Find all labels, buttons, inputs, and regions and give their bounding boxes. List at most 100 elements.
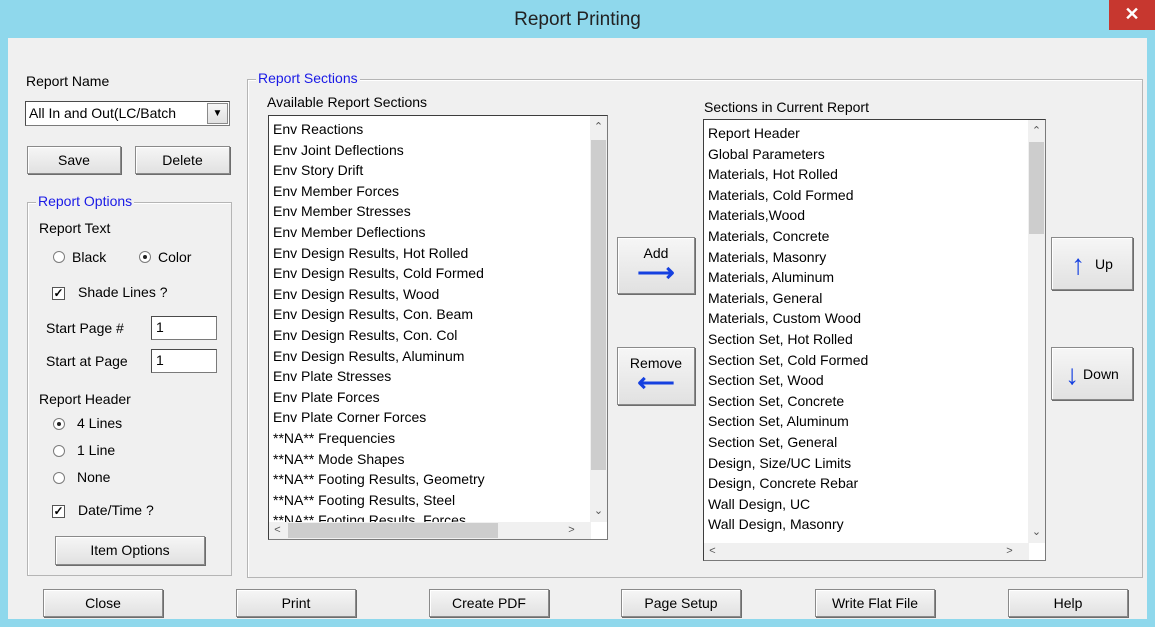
report-sections-legend: Report Sections (256, 70, 360, 86)
down-button[interactable]: ↓ Down (1051, 347, 1133, 400)
scroll-down-icon[interactable]: ⌄ (590, 503, 607, 520)
list-item[interactable]: Env Plate Stresses (273, 366, 485, 387)
create-pdf-button[interactable]: Create PDF (429, 589, 549, 617)
list-item[interactable]: Section Set, Cold Formed (708, 350, 868, 371)
four-lines-label: 4 Lines (77, 415, 123, 431)
start-page-num-input[interactable]: 1 (151, 316, 217, 340)
none-radio[interactable] (53, 472, 65, 484)
list-item[interactable]: Design, Concrete Rebar (708, 473, 868, 494)
list-item[interactable]: Wall Design, UC (708, 494, 868, 515)
list-item[interactable]: **NA** Mode Shapes (273, 449, 485, 470)
four-lines-radio[interactable] (53, 418, 65, 430)
current-vscrollbar[interactable]: ⌃ ⌄ (1028, 120, 1045, 543)
list-item[interactable]: Materials, Cold Formed (708, 185, 868, 206)
one-line-radio[interactable] (53, 445, 65, 457)
current-sections-list[interactable]: Report Header Global Parameters Materials,… (703, 119, 1046, 561)
list-item[interactable]: Env Design Results, Cold Formed (273, 263, 485, 284)
scroll-left-icon[interactable]: < (704, 543, 721, 560)
list-item[interactable]: Section Set, Concrete (708, 391, 868, 412)
scroll-right-icon[interactable]: > (563, 522, 580, 539)
close-icon[interactable]: ✕ (1109, 0, 1155, 30)
shade-lines-label: Shade Lines ? (78, 284, 168, 300)
available-sections-items: Env Reactions Env Joint Deflections Env St… (273, 119, 485, 531)
window-frame-bottom (0, 619, 1155, 627)
item-options-button[interactable]: Item Options (55, 536, 205, 565)
remove-button[interactable]: Remove ⟵ (617, 347, 695, 405)
scroll-left-icon[interactable]: < (269, 522, 286, 539)
list-item[interactable]: Env Member Forces (273, 181, 485, 202)
list-item[interactable]: Section Set, Aluminum (708, 411, 868, 432)
color-radio[interactable] (139, 251, 151, 263)
list-item[interactable]: **NA** Frequencies (273, 428, 485, 449)
list-item[interactable]: Env Member Stresses (273, 201, 485, 222)
print-button[interactable]: Print (236, 589, 356, 617)
up-button[interactable]: ↑ Up (1051, 237, 1133, 290)
list-item[interactable]: Env Design Results, Con. Col (273, 325, 485, 346)
down-button-label: Down (1083, 365, 1119, 382)
list-item[interactable]: Section Set, Hot Rolled (708, 329, 868, 350)
available-vscroll-thumb[interactable] (591, 140, 606, 470)
shade-lines-checkbox[interactable]: ✓ (52, 287, 65, 300)
current-sections-label: Sections in Current Report (704, 99, 869, 115)
report-name-label: Report Name (26, 73, 110, 89)
list-item[interactable]: Global Parameters (708, 144, 868, 165)
page-setup-button[interactable]: Page Setup (621, 589, 741, 617)
list-item[interactable]: Wall Design, Masonry (708, 514, 868, 535)
current-vscroll-thumb[interactable] (1029, 142, 1044, 234)
title-bar: Report Printing ✕ (0, 0, 1155, 38)
page-setup-button-label: Page Setup (644, 595, 718, 611)
list-item[interactable]: Env Plate Corner Forces (273, 407, 485, 428)
current-hscrollbar[interactable]: < > (704, 543, 1029, 560)
list-item[interactable]: Env Design Results, Hot Rolled (273, 243, 485, 264)
list-item[interactable]: Env Design Results, Con. Beam (273, 304, 485, 325)
list-item[interactable]: **NA** Footing Results, Steel (273, 490, 485, 511)
save-button-label: Save (58, 152, 90, 168)
list-item[interactable]: Materials, General (708, 288, 868, 309)
list-item[interactable]: Materials, Concrete (708, 226, 868, 247)
scroll-down-icon[interactable]: ⌄ (1028, 524, 1045, 541)
list-item[interactable]: Section Set, General (708, 432, 868, 453)
list-item[interactable]: Report Header (708, 123, 868, 144)
list-item[interactable]: Materials, Masonry (708, 247, 868, 268)
save-button[interactable]: Save (27, 146, 121, 174)
right-arrow-icon: ⟶ (637, 257, 675, 287)
available-sections-label: Available Report Sections (267, 94, 428, 110)
help-button-label: Help (1053, 595, 1083, 611)
list-item[interactable]: Materials, Custom Wood (708, 308, 868, 329)
list-item[interactable]: Materials, Aluminum (708, 267, 868, 288)
print-button-label: Print (281, 595, 311, 611)
list-item[interactable]: Env Plate Forces (273, 387, 485, 408)
scroll-up-icon[interactable]: ⌃ (1028, 123, 1045, 140)
color-label: Color (158, 249, 192, 265)
report-name-combo[interactable]: All In and Out(LC/Batch (25, 101, 230, 126)
list-item[interactable]: Env Design Results, Aluminum (273, 346, 485, 367)
list-item[interactable]: Design, Size/UC Limits (708, 453, 868, 474)
date-time-label: Date/Time ? (78, 502, 154, 518)
available-hscroll-thumb[interactable] (288, 523, 498, 538)
list-item[interactable]: Env Story Drift (273, 160, 485, 181)
available-hscrollbar[interactable]: < > (269, 522, 591, 539)
chevron-down-icon[interactable]: ▼ (207, 103, 228, 124)
scroll-up-icon[interactable]: ⌃ (590, 119, 607, 136)
black-radio[interactable] (53, 251, 65, 263)
scroll-right-icon[interactable]: > (1001, 543, 1018, 560)
available-vscrollbar[interactable]: ⌃ ⌄ (590, 116, 607, 522)
list-item[interactable]: Env Design Results, Wood (273, 284, 485, 305)
date-time-checkbox[interactable]: ✓ (52, 505, 65, 518)
close-button[interactable]: Close (43, 589, 163, 617)
list-item[interactable]: Section Set, Wood (708, 370, 868, 391)
help-button[interactable]: Help (1008, 589, 1128, 617)
start-at-page-input[interactable]: 1 (151, 349, 217, 373)
list-item[interactable]: Env Joint Deflections (273, 140, 485, 161)
add-button[interactable]: Add ⟶ (617, 237, 695, 294)
list-item[interactable]: Env Member Deflections (273, 222, 485, 243)
delete-button[interactable]: Delete (135, 146, 230, 174)
available-sections-list[interactable]: Env Reactions Env Joint Deflections Env St… (268, 115, 608, 540)
list-item[interactable]: **NA** Footing Results, Geometry (273, 469, 485, 490)
write-flat-file-button[interactable]: Write Flat File (815, 589, 935, 617)
left-arrow-icon: ⟵ (637, 367, 675, 397)
window-frame-left (0, 38, 8, 627)
list-item[interactable]: Materials, Hot Rolled (708, 164, 868, 185)
list-item[interactable]: Materials,Wood (708, 205, 868, 226)
list-item[interactable]: Env Reactions (273, 119, 485, 140)
